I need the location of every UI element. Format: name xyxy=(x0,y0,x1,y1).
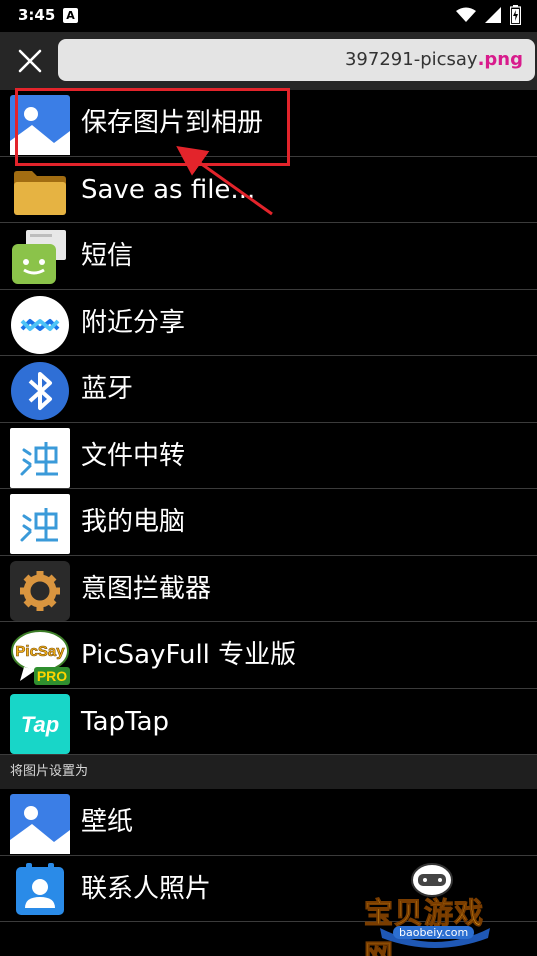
share-item-label: 附近分享 xyxy=(81,307,186,338)
share-item-save-as-file[interactable]: Save as file... xyxy=(0,156,537,223)
taptap-icon: Tap xyxy=(10,693,70,754)
bluetooth-icon xyxy=(10,361,70,421)
share-item-file-transfer[interactable]: 文件中转 xyxy=(0,422,537,489)
set-as-item-wallpaper[interactable]: 壁纸 xyxy=(0,789,537,856)
nearby-share-icon xyxy=(10,295,70,355)
share-item-label: 短信 xyxy=(81,241,134,271)
filename-field[interactable]: 397291-picsay.png xyxy=(58,39,535,81)
picsay-badge-text: PRO xyxy=(37,668,67,684)
status-icons xyxy=(456,5,521,25)
signal-icon xyxy=(485,7,501,23)
taptap-logo-text: Tap xyxy=(21,712,59,737)
close-button[interactable] xyxy=(10,41,50,81)
share-item-bluetooth[interactable]: 蓝牙 xyxy=(0,356,537,423)
file-transfer-icon xyxy=(10,427,70,488)
set-as-section-title: 将图片设置为 xyxy=(0,755,537,789)
share-item-label: 文件中转 xyxy=(81,440,186,471)
close-icon xyxy=(18,49,42,73)
picsay-logo-text: PicSay xyxy=(15,643,65,660)
notification-icon: A xyxy=(63,8,78,23)
set-as-item-label: 联系人照片 xyxy=(81,873,212,904)
share-item-label: TapTap xyxy=(81,706,170,737)
share-header: 397291-picsay.png xyxy=(0,32,537,90)
folder-icon xyxy=(10,162,70,222)
share-item-sms[interactable]: 短信 xyxy=(0,223,537,290)
share-item-nearby-share[interactable]: 附近分享 xyxy=(0,289,537,356)
share-item-label: Save as file... xyxy=(81,174,256,205)
sms-icon xyxy=(10,228,70,288)
filename-base: 397291-picsay xyxy=(344,49,478,70)
share-item-label: PicSayFull 专业版 xyxy=(81,640,297,670)
share-item-label: 意图拦截器 xyxy=(81,573,212,604)
share-target-list: 保存图片到相册 Save as file... 短信 附近分享 蓝牙 文件中转 xyxy=(0,90,537,922)
intent-interceptor-icon xyxy=(10,560,70,621)
picsay-pro-icon: PicSay PRO xyxy=(10,627,70,687)
wifi-icon xyxy=(456,7,476,22)
my-computer-icon xyxy=(10,494,70,554)
share-item-picsay-pro[interactable]: PicSay PRO PicSayFull 专业版 xyxy=(0,622,537,689)
contact-photo-icon xyxy=(10,861,70,921)
set-as-item-label: 壁纸 xyxy=(81,807,134,837)
status-time: 3:45 xyxy=(18,6,56,24)
filename-extension: .png xyxy=(477,49,523,70)
share-item-label: 蓝牙 xyxy=(81,374,134,404)
highlight-box xyxy=(15,88,290,166)
share-item-intent-interceptor[interactable]: 意图拦截器 xyxy=(0,555,537,622)
watermark-text: 宝贝游戏网 xyxy=(364,896,485,956)
gallery-icon xyxy=(10,794,70,854)
status-bar: 3:45 A xyxy=(0,0,537,32)
watermark: 宝贝游戏网 baobeiy.com xyxy=(360,858,510,956)
share-item-label: 我的电脑 xyxy=(81,507,186,537)
battery-icon xyxy=(510,5,521,25)
share-item-taptap[interactable]: Tap TapTap xyxy=(0,688,537,755)
watermark-url: baobeiy.com xyxy=(393,926,475,939)
share-item-my-computer[interactable]: 我的电脑 xyxy=(0,489,537,556)
